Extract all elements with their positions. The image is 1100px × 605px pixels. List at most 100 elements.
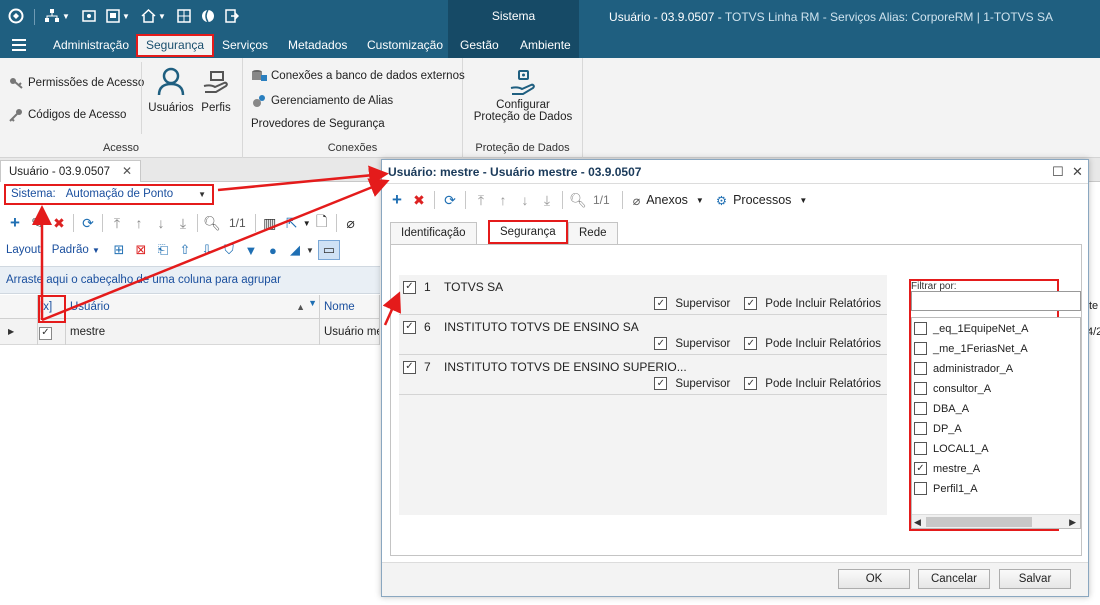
delete-icon[interactable]: ✖ (48, 212, 70, 234)
attachment-icon[interactable]: ⌀ (340, 212, 362, 234)
layout-apply-icon[interactable]: ⎗ (152, 240, 174, 260)
search-icon[interactable]: 🔍︎ (567, 189, 589, 211)
hierarchy-icon[interactable]: ▼ (44, 7, 70, 25)
last-record-icon[interactable]: ⤓ (172, 212, 194, 234)
list-item[interactable]: LOCAL1_A (914, 442, 989, 455)
supervisor-checkbox[interactable] (654, 337, 668, 350)
horizontal-scrollbar[interactable]: ◀ ▶ (912, 514, 1080, 528)
first-record-icon[interactable]: ⤒ (106, 212, 128, 234)
coligada-checkbox[interactable] (403, 320, 416, 334)
row-select-cell[interactable] (38, 319, 66, 345)
conexoes-banco-button[interactable]: Conexões a banco de dados externos (251, 68, 465, 84)
sistema-selector[interactable]: Sistema: Automação de Ponto ▼ (4, 184, 214, 205)
last-record-icon[interactable]: ⤓ (536, 189, 558, 211)
configurar-protecao-button[interactable]: Configurar Proteção de Dados (471, 68, 575, 123)
next-record-icon[interactable]: ↓ (150, 212, 172, 234)
window-icon[interactable]: ▼ (106, 7, 130, 25)
menu-administracao[interactable]: Administração (45, 33, 137, 58)
layout-up-icon[interactable]: ⇧ (174, 240, 196, 260)
list-item[interactable]: consultor_A (914, 382, 991, 395)
close-icon[interactable]: ✕ (1072, 164, 1083, 180)
list-item[interactable]: 1 TOTVS SA Supervisor Pode Incluir Relatór… (399, 275, 887, 315)
layout-new-icon[interactable]: ⊞ (108, 240, 130, 260)
globe-icon[interactable] (201, 7, 215, 25)
document-tab-usuario[interactable]: Usuário - 03.9.0507 ✕ (0, 160, 142, 182)
list-item[interactable]: 7 INSTITUTO TOTVS DE ENSINO SUPERIO... Su… (399, 355, 887, 395)
menu-customizacao[interactable]: Customização (359, 33, 451, 58)
perfil-checkbox[interactable] (914, 462, 927, 475)
exit-icon[interactable] (225, 7, 239, 25)
processos-menu[interactable]: ⚙ Processos ▼ (716, 193, 808, 208)
layout-delete-icon[interactable]: ⊠ (130, 240, 152, 260)
menu-servicos[interactable]: Serviços (214, 33, 276, 58)
list-item[interactable]: DP_A (914, 422, 962, 435)
refresh-icon[interactable]: ⟳ (439, 189, 461, 211)
perfil-checkbox[interactable] (914, 482, 927, 495)
chevron-down-icon[interactable]: ▼ (306, 246, 314, 255)
perfil-checkbox[interactable] (914, 362, 927, 375)
gerenciamento-alias-button[interactable]: Gerenciamento de Alias (251, 93, 393, 109)
save-button[interactable]: Salvar (999, 569, 1071, 589)
search-icon[interactable]: 🔍︎ (201, 212, 223, 234)
supervisor-checkbox[interactable] (654, 377, 668, 390)
paint-icon[interactable]: ▼ (240, 240, 262, 260)
list-item[interactable]: _eq_1EquipeNet_A (914, 322, 1028, 335)
next-record-icon[interactable]: ↓ (514, 189, 536, 211)
group-by-area[interactable]: Arraste aqui o cabeçalho de uma coluna p… (0, 266, 380, 294)
chevron-down-icon[interactable]: ▼ (303, 219, 311, 228)
app-menu-icon[interactable] (8, 33, 30, 58)
list-item[interactable]: Perfil1_A (914, 482, 978, 495)
columns-icon[interactable]: ▥ (259, 212, 281, 234)
perfil-checkbox[interactable] (914, 442, 927, 455)
layout-selector[interactable]: Padrão ▼ (52, 244, 100, 256)
usuarios-button[interactable]: Usuários (148, 66, 194, 114)
chevron-left-icon[interactable]: ◀ (914, 515, 921, 528)
list-item[interactable]: _me_1FeriasNet_A (914, 342, 1028, 355)
panel-toggle-icon[interactable]: ▭ (317, 240, 340, 260)
list-item[interactable]: 6 INSTITUTO TOTVS DE ENSINO SA Supervisor… (399, 315, 887, 355)
chart-color-icon[interactable]: ● (262, 240, 284, 260)
grid-header-nome[interactable]: Nome (320, 295, 380, 319)
maximize-icon[interactable]: ☐ (1052, 164, 1064, 180)
list-item[interactable]: mestre_A (914, 462, 980, 475)
first-record-icon[interactable]: ⤒ (470, 189, 492, 211)
relatorios-checkbox[interactable] (744, 377, 758, 390)
chevron-right-icon[interactable]: ▶ (1069, 515, 1076, 528)
grid-header-usuario[interactable]: Usuário ▲ ▼ (66, 295, 320, 319)
refresh-icon[interactable]: ⟳ (77, 212, 99, 234)
chevron-down-icon[interactable]: ▼ (198, 186, 206, 203)
relatorios-checkbox[interactable] (744, 297, 758, 310)
delete-icon[interactable]: ✖ (408, 189, 430, 211)
perfis-button[interactable]: Perfis (198, 66, 234, 114)
perfil-checkbox[interactable] (914, 382, 927, 395)
row-checkbox[interactable] (39, 326, 52, 340)
list-item[interactable]: DBA_A (914, 402, 969, 415)
anexos-menu[interactable]: ⌀ Anexos ▼ (633, 193, 704, 208)
cancel-button[interactable]: Cancelar (918, 569, 990, 589)
filter-input[interactable] (911, 291, 1081, 311)
provedores-seguranca-button[interactable]: Provedores de Segurança (251, 118, 385, 130)
home-icon[interactable]: ▼ (141, 7, 166, 25)
menu-gestao[interactable]: Gestão (452, 33, 507, 58)
permissoes-acesso-button[interactable]: Permissões de Acesso (8, 75, 144, 91)
scrollbar-thumb[interactable] (926, 517, 1032, 527)
coligada-checkbox[interactable] (403, 360, 416, 374)
supervisor-checkbox[interactable] (654, 297, 668, 310)
menu-seguranca[interactable]: Segurança (136, 34, 215, 57)
perfil-checkbox[interactable] (914, 422, 927, 435)
layout-down-icon[interactable]: ⇩ (196, 240, 218, 260)
relatorios-checkbox[interactable] (744, 337, 758, 350)
filter-icon[interactable]: ⛉ (218, 240, 240, 260)
export-icon[interactable]: ⇱ (281, 212, 303, 234)
coligada-checkbox[interactable] (403, 280, 416, 294)
add-icon[interactable]: + (4, 212, 26, 234)
view-icon[interactable] (82, 7, 96, 25)
previous-record-icon[interactable]: ↑ (128, 212, 150, 234)
table-row[interactable]: ▶ mestre Usuário me (0, 319, 380, 345)
previous-record-icon[interactable]: ↑ (492, 189, 514, 211)
perfil-checkbox[interactable] (914, 342, 927, 355)
grid-header-select[interactable]: [x] (38, 295, 66, 319)
perfil-checkbox[interactable] (914, 402, 927, 415)
document-icon[interactable]: 🗋︎ (311, 212, 333, 234)
tab-seguranca[interactable]: Segurança (488, 220, 568, 244)
